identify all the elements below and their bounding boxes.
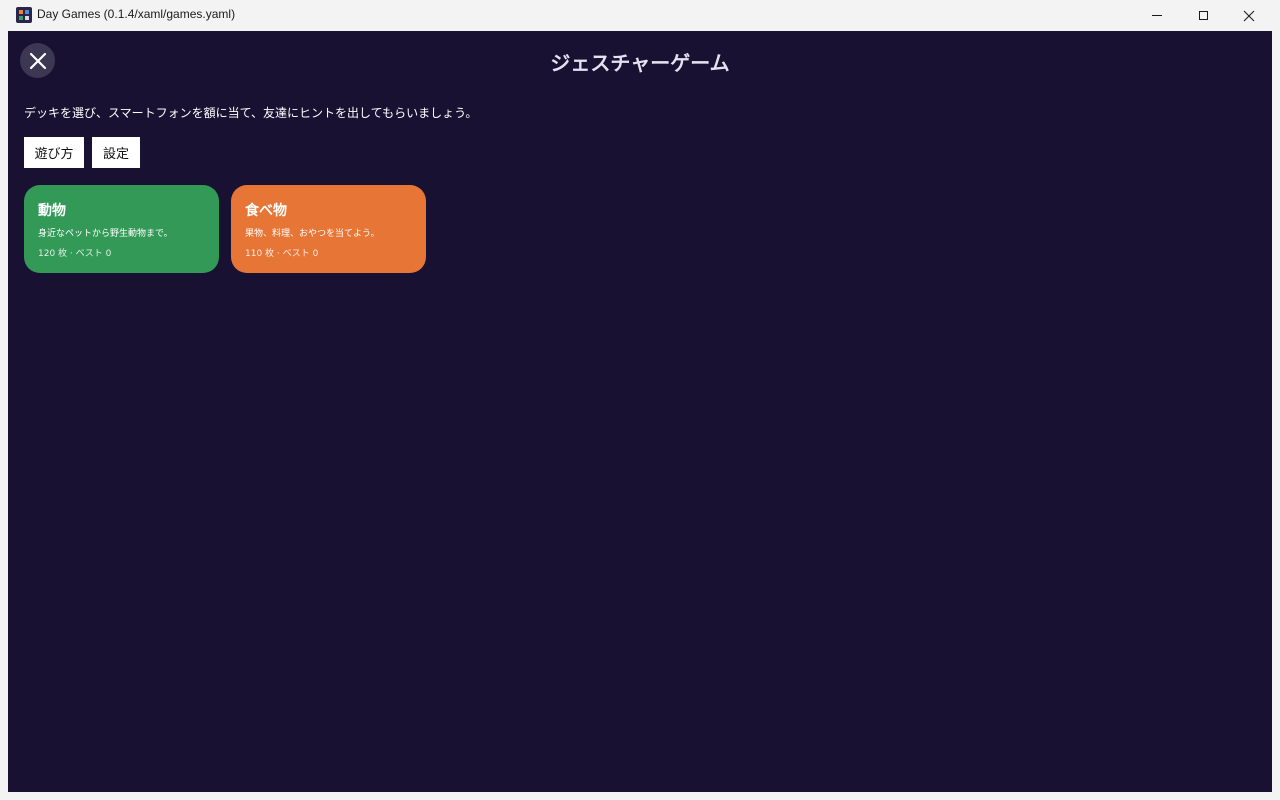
app-grid-icon <box>16 7 32 23</box>
how-to-play-button[interactable]: 遊び方 <box>24 137 84 168</box>
minimize-icon <box>1152 15 1162 16</box>
deck-description: 果物、料理、おやつを当てよう。 <box>245 229 380 239</box>
window-title: Day Games (0.1.4/xaml/games.yaml) <box>37 7 236 21</box>
maximize-button[interactable] <box>1180 0 1226 31</box>
page-title: ジェスチャーゲーム <box>550 51 730 75</box>
app-content: ジェスチャーゲーム デッキを選び、スマートフォンを額に当て、友達にヒントを出して… <box>8 31 1272 792</box>
maximize-icon <box>1198 11 1208 20</box>
deck-stats: 120 枚 · ベスト 0 <box>38 249 112 259</box>
minimize-button[interactable] <box>1134 0 1180 31</box>
deck-card-food[interactable]: 食べ物 果物、料理、おやつを当てよう。 110 枚 · ベスト 0 <box>231 185 426 273</box>
deck-stats: 110 枚 · ベスト 0 <box>245 249 319 259</box>
settings-button[interactable]: 設定 <box>92 137 140 168</box>
deck-description: 身近なペットから野生動物まで。 <box>38 229 173 239</box>
deck-card-animals[interactable]: 動物 身近なペットから野生動物まで。 120 枚 · ベスト 0 <box>24 185 219 273</box>
close-icon <box>1243 10 1255 21</box>
intro-text: デッキを選び、スマートフォンを額に当て、友達にヒントを出してもらいましょう。 <box>24 106 478 120</box>
window-close-button[interactable] <box>1226 0 1272 31</box>
deck-name: 食べ物 <box>245 203 287 219</box>
window-titlebar: Day Games (0.1.4/xaml/games.yaml) <box>0 0 1280 31</box>
deck-name: 動物 <box>38 203 66 219</box>
